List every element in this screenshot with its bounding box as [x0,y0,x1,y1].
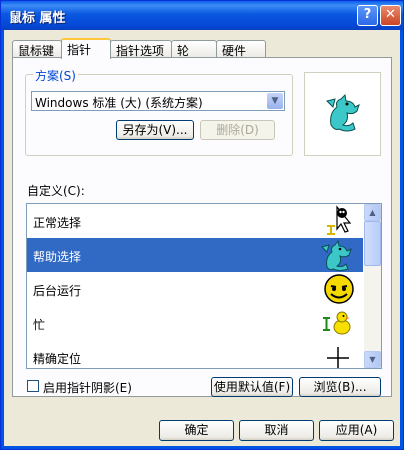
list-item[interactable]: 正常选择 [27,204,363,238]
scroll-down-icon[interactable]: ▼ [364,351,381,368]
list-item-label: 帮助选择 [33,250,82,264]
cursor-preview [304,72,381,156]
dialog-client: 鼠标键 指针 指针选项 轮 硬件 方案(S) Windows 标准 (大) (系… [4,30,400,446]
window-title: 鼠标 属性 [9,11,66,26]
list-item-label: 正常选择 [33,216,82,230]
list-item-label: 后台运行 [33,284,82,298]
tab-hardware[interactable]: 硬件 [216,40,266,58]
shadow-checkbox[interactable] [27,380,39,392]
scheme-group: 方案(S) Windows 标准 (大) (系统方案) ▼ 另存为(V)... … [25,67,293,156]
list-item[interactable]: 帮助选择 [27,238,363,272]
cancel-button[interactable]: 取消 [239,420,314,441]
list-item[interactable]: 后台运行 [27,272,363,306]
help-select-dragon-icon [321,239,352,271]
scroll-thumb[interactable] [364,221,381,266]
busy-chick-icon [323,311,351,335]
help-button[interactable]: ? [357,5,378,26]
dialog-window: 鼠标 属性 ? ✕ 鼠标键 指针 指针选项 轮 硬件 方案(S) Windows… [0,0,404,450]
chevron-down-icon[interactable]: ▼ [267,93,283,109]
tab-wheel[interactable]: 轮 [171,40,217,58]
tab-pointers[interactable]: 指针 [61,38,111,59]
customize-label: 自定义(C): [27,184,85,198]
browse-button[interactable]: 浏览(B)... [299,377,381,397]
list-scrollbar[interactable]: ▲ ▼ [364,204,381,368]
list-item-label: 精确定位 [33,352,82,366]
use-default-button[interactable]: 使用默认值(F) [211,377,293,397]
list-item[interactable]: 精确定位 [27,340,363,368]
delete-button[interactable]: 删除(D) [200,120,275,140]
tab-pointer-options[interactable]: 指针选项 [110,40,172,58]
title-bar[interactable]: 鼠标 属性 ? ✕ [1,1,403,30]
scheme-label: 方案(S) [33,67,78,84]
help-select-dragon-icon [326,93,360,132]
crosshair-icon [327,347,349,368]
tab-mouse-buttons[interactable]: 鼠标键 [12,40,62,58]
ok-button[interactable]: 确定 [159,420,234,441]
close-button[interactable]: ✕ [380,5,401,26]
scroll-up-icon[interactable]: ▲ [364,204,381,221]
save-as-button[interactable]: 另存为(V)... [116,120,194,140]
normal-select-cat-icon [327,205,352,235]
scheme-select-value: Windows 标准 (大) (系统方案) [35,96,203,110]
working-smiley-icon [324,274,354,304]
pointers-tab-panel: 方案(S) Windows 标准 (大) (系统方案) ▼ 另存为(V)... … [12,57,392,397]
shadow-checkbox-label[interactable]: 启用指针阴影(E) [43,379,132,396]
cursor-list[interactable]: 正常选择 帮助选择 后台运行 忙 精确定位 ▲ ▼ [26,203,382,369]
scheme-select[interactable]: Windows 标准 (大) (系统方案) ▼ [31,91,285,111]
list-item-label: 忙 [33,318,46,332]
apply-button[interactable]: 应用(A) [319,420,394,441]
list-item[interactable]: 忙 [27,306,363,340]
